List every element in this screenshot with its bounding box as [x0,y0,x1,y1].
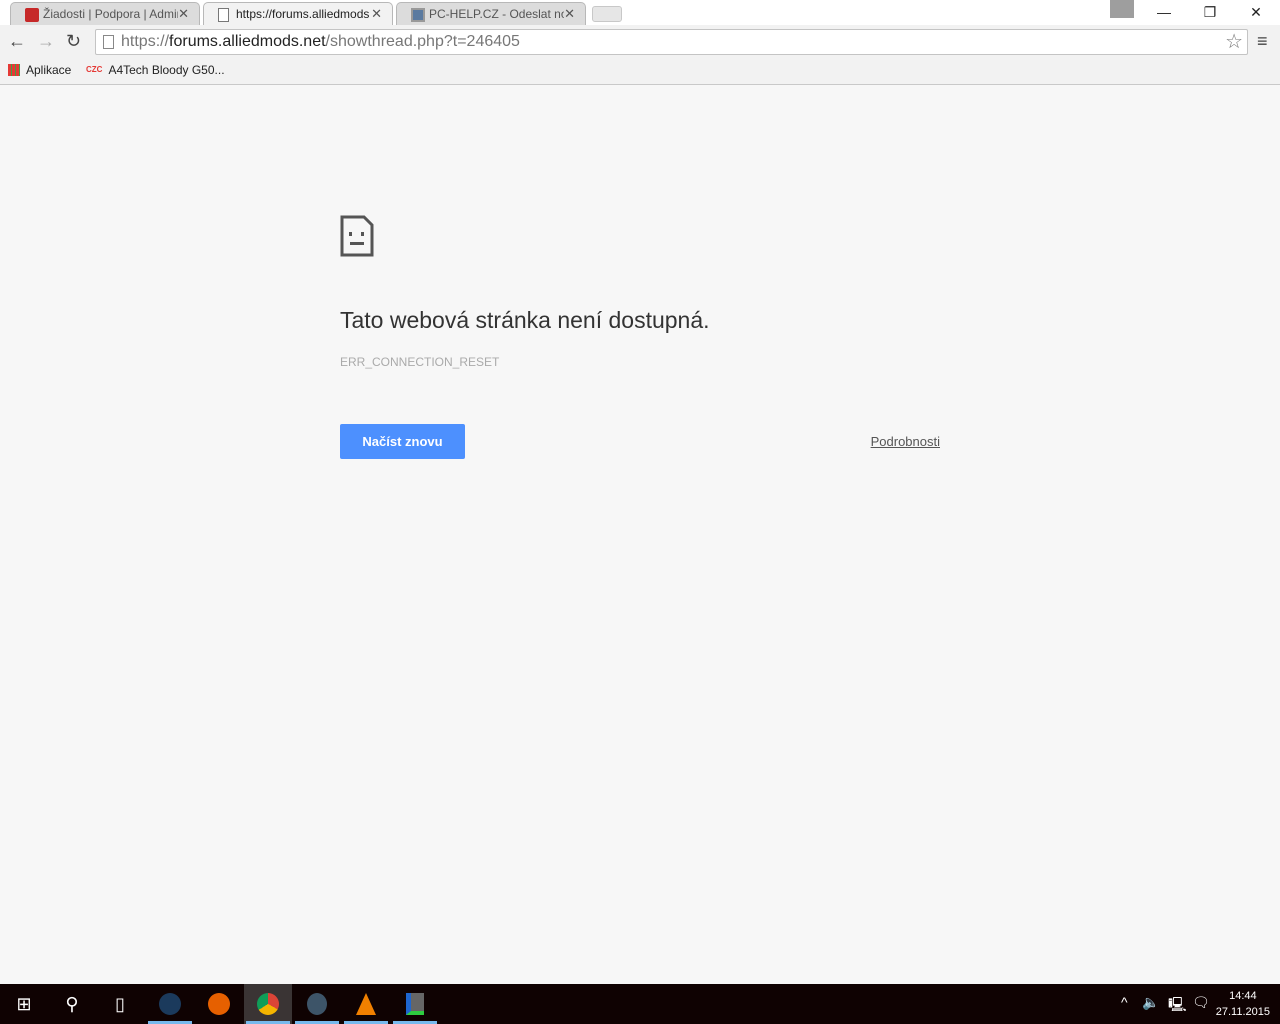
network-icon[interactable]: 🖳 [1168,994,1187,1018]
page-icon [103,35,114,49]
tab-pchelp[interactable]: PC-HELP.CZ - Odeslat nov ✕ [396,2,586,25]
apps-grid-icon [8,64,20,76]
taskbar: ⊞ ⚲ ▯ ^ 🔈 🖳 🗨 14:44 27.11.2015 [0,984,1280,1024]
clock[interactable]: 14:44 27.11.2015 [1216,988,1270,1020]
reload-button[interactable]: Načíst znovu [340,424,465,459]
error-title: Tato webová stránka není dostupná. [340,307,710,333]
tab-strip: Žiadosti | Podpora | Admin ✕ https://foru… [0,0,1280,25]
tab-ziadosti[interactable]: Žiadosti | Podpora | Admin ✕ [10,2,200,25]
page-icon [218,8,229,22]
teamspeak-icon[interactable] [293,984,341,1024]
close-window-button[interactable]: ✕ [1233,0,1279,25]
bookmark-apps[interactable]: Aplikace [8,63,71,77]
task-view-icon[interactable]: ▯ [96,984,144,1024]
close-tab-icon[interactable]: ✕ [371,6,382,22]
forward-button[interactable]: → [37,31,55,52]
back-button[interactable]: ← [8,31,26,52]
computer-icon [411,8,425,22]
firefox-icon[interactable] [195,984,243,1024]
address-bar[interactable]: https://forums.alliedmods.net/showthread… [95,29,1248,55]
new-tab-button[interactable] [592,6,622,22]
minimize-button[interactable]: — [1141,0,1187,25]
windows-start-icon[interactable]: ⊞ [0,984,48,1024]
vlc-icon[interactable] [342,984,390,1024]
error-code: ERR_CONNECTION_RESET [340,355,500,369]
show-hidden-icons[interactable]: ^ [1121,994,1128,1010]
tab-alliedmods[interactable]: https://forums.alliedmods ✕ [203,2,393,25]
steam-icon[interactable] [146,984,194,1024]
star-icon[interactable]: ☆ [1225,30,1243,54]
error-page: Tato webová stránka není dostupná. ERR_C… [340,215,940,459]
toolbar: ← → ↻ https://forums.alliedmods.net/show… [0,25,1280,59]
bookmark-a4tech[interactable]: CZC A4Tech Bloody G50... [86,63,225,77]
close-tab-icon[interactable]: ✕ [564,6,575,22]
profile-icon[interactable] [1110,0,1134,18]
details-link[interactable]: Podrobnosti [871,434,940,449]
czc-icon: CZC [86,65,103,74]
red-site-icon [25,8,39,22]
utility-app-icon[interactable] [391,984,439,1024]
close-tab-icon[interactable]: ✕ [178,6,189,22]
reload-icon[interactable]: ↻ [66,31,81,52]
notifications-icon[interactable]: 🗨 [1192,994,1210,1011]
sad-page-icon [340,215,374,257]
search-icon[interactable]: ⚲ [48,984,96,1024]
menu-icon[interactable]: ≡ [1257,31,1268,52]
bookmarks-bar: Aplikace CZC A4Tech Bloody G50... [0,59,1280,85]
volume-icon[interactable]: 🔈 [1142,994,1159,1011]
chrome-icon[interactable] [244,984,292,1024]
restore-button[interactable]: ❐ [1187,0,1233,25]
